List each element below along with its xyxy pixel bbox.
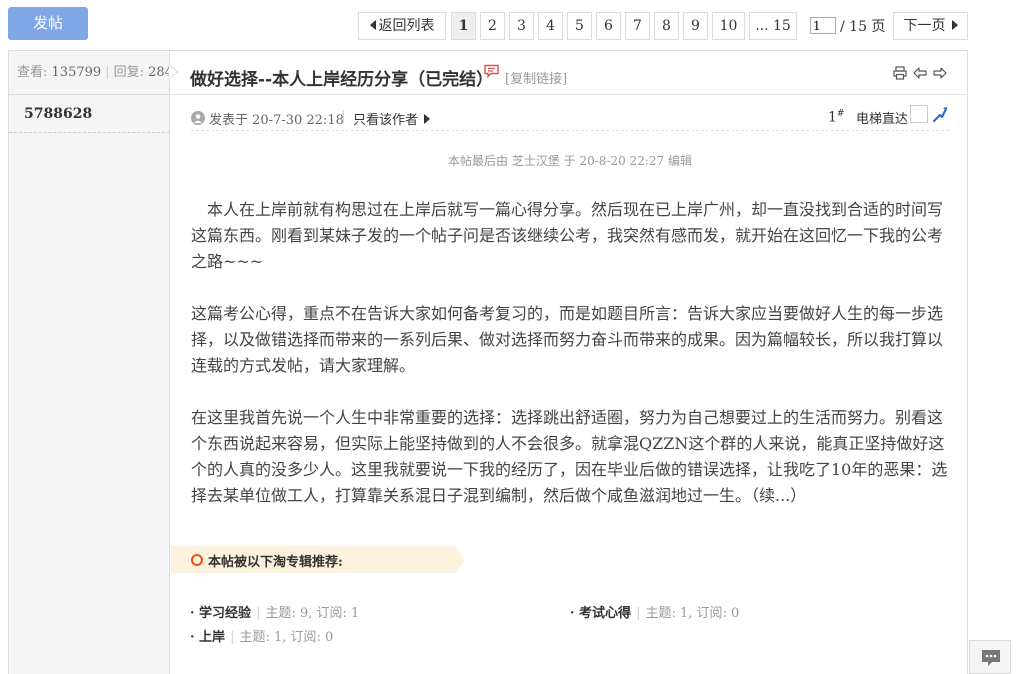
title-row: 做好选择--本人上岸经历分享（已完结） [复制链接] [171, 51, 968, 95]
chevron-right-icon [424, 114, 431, 124]
topic-stats: 主题: 1, 订阅: 0 [239, 630, 334, 645]
chevron-right-icon [951, 20, 958, 30]
views-label: 查看: [17, 65, 48, 80]
back-to-list-label: 返回列表 [378, 18, 435, 34]
page-jump-input[interactable] [810, 17, 836, 34]
topic-stats: 主题: 9, 订阅: 1 [265, 606, 360, 621]
print-icon[interactable] [893, 66, 907, 80]
post-content: 本人在上岸前就有构思过在上岸后就写一篇心得分享。然后现在已上岸广州，却一直没找到… [191, 197, 949, 535]
page-link-4[interactable]: 4 [538, 12, 563, 40]
recommend-banner: 本帖被以下淘专辑推荐: [171, 546, 466, 573]
page-link-7[interactable]: 7 [625, 12, 650, 40]
author-name[interactable]: 5788628 [9, 95, 170, 133]
elevator-label: 电梯直达 [856, 112, 909, 127]
topic-divider: | [636, 606, 641, 621]
topic-item: · 考试心得 | 主题: 1, 订阅: 0 [570, 602, 739, 621]
avatar-icon [191, 111, 205, 125]
floor-mark: # [836, 109, 845, 119]
reply-chat-icon [982, 650, 1000, 666]
back-to-list-button[interactable]: 返回列表 [358, 12, 446, 40]
page-link-3[interactable]: 3 [509, 12, 534, 40]
topic-name[interactable]: · 上岸 [190, 630, 225, 645]
chevron-left-icon [369, 20, 376, 30]
post-meta-row: 发表于 20-7-30 22:18 | 只看该作者 1# 电梯直达 [191, 101, 949, 131]
topic-stats: 主题: 1, 订阅: 0 [645, 606, 740, 621]
topic-item: · 上岸 | 主题: 1, 订阅: 0 [190, 626, 333, 645]
replies-label: 回复: [113, 65, 144, 80]
post-button[interactable]: 发帖 [8, 7, 88, 40]
topic-name[interactable]: · 考试心得 [570, 606, 631, 621]
page-link-6[interactable]: 6 [596, 12, 621, 40]
copy-link[interactable]: [复制链接] [505, 68, 567, 87]
topic-item: · 学习经验 | 主题: 9, 订阅: 1 [190, 602, 359, 621]
elevator-go-icon[interactable] [932, 105, 948, 123]
stats-divider: | [105, 65, 110, 80]
next-page-button[interactable]: 下一页 [893, 12, 968, 40]
content-paragraph-1: 本人在上岸前就有构思过在上岸后就写一篇心得分享。然后现在已上岸广州，却一直没找到… [191, 200, 944, 271]
page-link-9[interactable]: 9 [683, 12, 708, 40]
content-paragraph-3: 在这里我首先说一个人生中非常重要的选择：选择跳出舒适圈，努力为自己想要过上的生活… [191, 408, 948, 505]
topic-name[interactable]: · 学习经验 [190, 606, 251, 621]
author-sidebar: 查看: 135799 | 回复: 284 5788628 [9, 51, 179, 674]
page-link-8[interactable]: 8 [654, 12, 679, 40]
page-link-1[interactable]: 1 [451, 12, 476, 40]
content-paragraph-2: 这篇考公心得，重点不在告诉大家如何备考复习的，而是如题目所言：告诉大家应当要做好… [191, 304, 944, 375]
page-link-last[interactable]: ... 15 [749, 12, 797, 40]
only-author-link[interactable]: 只看该作者 [353, 109, 431, 128]
post-time: 发表于 20-7-30 22:18 [209, 113, 344, 128]
page-link-2[interactable]: 2 [480, 12, 505, 40]
next-arrow-icon[interactable] [933, 66, 947, 80]
page-link-5[interactable]: 5 [567, 12, 592, 40]
next-page-label: 下一页 [903, 18, 946, 34]
prev-arrow-icon[interactable] [913, 66, 927, 80]
post-title: 做好选择--本人上岸经历分享（已完结） [190, 70, 494, 90]
edit-note: 本帖最后由 芝士汉堡 于 20-8-20 22:27 编辑 [448, 154, 692, 168]
thread-stats: 查看: 135799 | 回复: 284 [9, 51, 173, 95]
recommend-banner-text: 本帖被以下淘专辑推荐: [208, 555, 343, 570]
only-author-label: 只看该作者 [353, 113, 419, 128]
floor-value: 1 [828, 109, 837, 126]
page-total: / 15 页 [840, 19, 886, 35]
top-bar: 发帖 返回列表 1 2 3 4 5 6 7 8 9 10 ... 15 / 15… [0, 0, 1031, 48]
topic-divider: | [256, 606, 261, 621]
circle-icon [191, 554, 203, 566]
floor-number: 1# [828, 109, 844, 126]
comment-icon[interactable] [483, 64, 500, 79]
topic-divider: | [230, 630, 235, 645]
elevator-input[interactable] [910, 105, 928, 123]
quick-reply-button[interactable] [969, 640, 1011, 674]
views-count: 135799 [51, 65, 102, 80]
post-frame: 查看: 135799 | 回复: 284 5788628 做好选择--本人上岸经历分… [8, 50, 968, 674]
page-link-10[interactable]: 10 [712, 12, 745, 40]
meta-divider: | [341, 109, 346, 124]
